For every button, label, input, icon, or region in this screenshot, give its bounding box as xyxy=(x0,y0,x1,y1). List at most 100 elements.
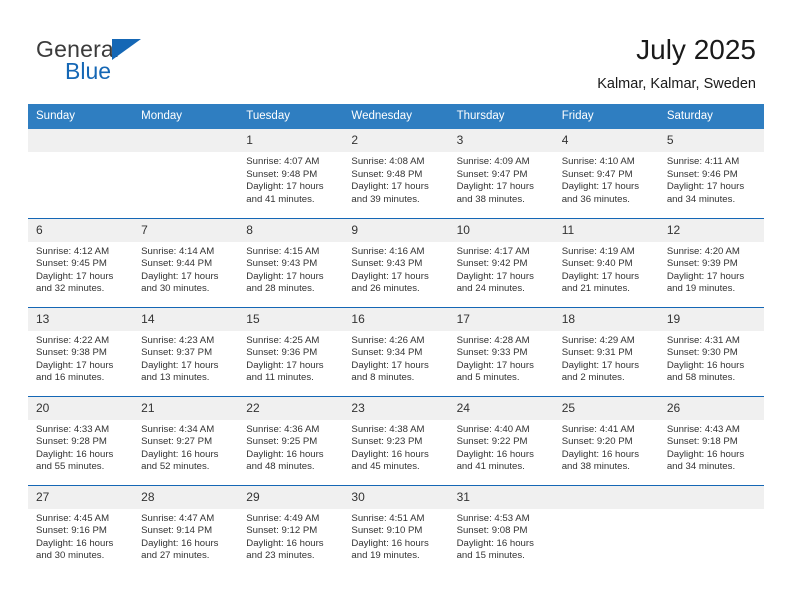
day-number: 5 xyxy=(658,129,764,152)
day-number: 29 xyxy=(238,485,344,509)
calendar-day-cell[interactable]: 14 Sunrise: 4:23 AM Sunset: 9:37 PM Dayligh… xyxy=(133,306,239,396)
calendar-day-cell[interactable]: 31 Sunrise: 4:53 AM Sunset: 9:08 PM Dayligh… xyxy=(448,484,554,574)
day-daylight-text: Daylight: 17 hours xyxy=(246,270,324,282)
day-daylight-text: Daylight: 17 hours xyxy=(456,359,534,371)
day-sunrise-text: Sunrise: 4:14 AM xyxy=(141,245,215,257)
day-sun-info: Sunrise: 4:22 AM Sunset: 9:38 PM Daylight:… xyxy=(28,331,133,385)
logo-text-blue: Blue xyxy=(65,58,112,84)
calendar-day-cell[interactable]: 28 Sunrise: 4:47 AM Sunset: 9:14 PM Dayligh… xyxy=(133,484,239,574)
day-daylight-text: Daylight: 16 hours xyxy=(351,448,429,460)
day-sunset-text: Sunset: 9:42 PM xyxy=(456,258,528,270)
calendar-day-cell[interactable]: 18 Sunrise: 4:29 AM Sunset: 9:31 PM Dayligh… xyxy=(553,306,659,396)
day-sunrise-text: Sunrise: 4:15 AM xyxy=(246,245,320,257)
calendar-week-row: 27 Sunrise: 4:45 AM Sunset: 9:16 PM Dayligh… xyxy=(28,484,764,574)
day-daylight-text: Daylight: 17 hours xyxy=(351,359,429,371)
calendar-day-cell[interactable]: 8 Sunrise: 4:15 AM Sunset: 9:43 PM Daylight… xyxy=(238,217,344,307)
calendar-page: General Blue July 2025 Kalmar, Kalmar, S… xyxy=(0,0,792,612)
day-daylight-text: Daylight: 16 hours xyxy=(456,537,534,549)
calendar-day-cell[interactable]: 19 Sunrise: 4:31 AM Sunset: 9:30 PM Dayligh… xyxy=(658,306,764,396)
calendar-day-cell[interactable]: 5 Sunrise: 4:11 AM Sunset: 9:46 PM Daylight… xyxy=(658,129,764,218)
day-sunrise-text: Sunrise: 4:49 AM xyxy=(246,512,320,524)
day-sunrise-text: Sunrise: 4:12 AM xyxy=(36,245,110,257)
day-sunrise-text: Sunrise: 4:38 AM xyxy=(351,423,425,435)
day-daylight-text: and 41 minutes. xyxy=(246,193,315,205)
day-number: 3 xyxy=(448,129,554,152)
calendar-day-cell[interactable]: 6 Sunrise: 4:12 AM Sunset: 9:45 PM Daylight… xyxy=(28,217,134,307)
calendar-day-cell[interactable]: 30 Sunrise: 4:51 AM Sunset: 9:10 PM Dayligh… xyxy=(343,484,449,574)
weekday-header-sunday: Sunday xyxy=(28,104,134,129)
day-daylight-text: and 21 minutes. xyxy=(561,283,630,295)
day-sunset-text: Sunset: 9:23 PM xyxy=(351,436,423,448)
day-sunrise-text: Sunrise: 4:25 AM xyxy=(246,334,320,346)
day-sunset-text: Sunset: 9:31 PM xyxy=(561,347,633,359)
location-subtitle: Kalmar, Kalmar, Sweden xyxy=(597,76,756,92)
day-daylight-text: and 30 minutes. xyxy=(36,550,105,562)
day-sun-info: Sunrise: 4:31 AM Sunset: 9:30 PM Daylight:… xyxy=(659,331,764,385)
day-sun-info: Sunrise: 4:38 AM Sunset: 9:23 PM Daylight:… xyxy=(343,420,448,474)
day-number: 12 xyxy=(658,218,764,242)
day-daylight-text: Daylight: 17 hours xyxy=(141,270,219,282)
calendar-day-cell[interactable]: 22 Sunrise: 4:36 AM Sunset: 9:25 PM Dayligh… xyxy=(238,395,344,485)
day-number: 17 xyxy=(448,307,554,331)
day-sunset-text: Sunset: 9:44 PM xyxy=(141,258,213,270)
day-daylight-text: and 30 minutes. xyxy=(141,283,210,295)
calendar-day-cell[interactable]: 15 Sunrise: 4:25 AM Sunset: 9:36 PM Dayligh… xyxy=(238,306,344,396)
day-sunset-text: Sunset: 9:28 PM xyxy=(36,436,107,448)
calendar-cell-empty xyxy=(133,129,239,218)
calendar-day-cell[interactable]: 17 Sunrise: 4:28 AM Sunset: 9:33 PM Dayligh… xyxy=(448,306,554,396)
calendar-day-cell[interactable]: 26 Sunrise: 4:43 AM Sunset: 9:18 PM Dayligh… xyxy=(658,395,764,485)
calendar-day-cell[interactable]: 2 Sunrise: 4:08 AM Sunset: 9:48 PM Daylight… xyxy=(343,129,449,218)
day-sun-info: Sunrise: 4:26 AM Sunset: 9:34 PM Daylight:… xyxy=(343,331,448,385)
calendar-day-cell[interactable]: 16 Sunrise: 4:26 AM Sunset: 9:34 PM Dayligh… xyxy=(343,306,449,396)
day-daylight-text: and 24 minutes. xyxy=(456,283,525,295)
weekday-header-saturday: Saturday xyxy=(658,104,764,129)
day-sunset-text: Sunset: 9:40 PM xyxy=(561,258,633,270)
day-daylight-text: Daylight: 17 hours xyxy=(456,181,534,193)
day-daylight-text: and 58 minutes. xyxy=(666,372,736,384)
day-number: 23 xyxy=(343,396,449,420)
calendar-day-cell[interactable]: 9 Sunrise: 4:16 AM Sunset: 9:43 PM Daylight… xyxy=(343,217,449,307)
day-sun-info: Sunrise: 4:08 AM Sunset: 9:48 PM Daylight:… xyxy=(343,152,448,206)
day-daylight-text: Daylight: 17 hours xyxy=(246,181,324,193)
calendar-day-cell[interactable]: 13 Sunrise: 4:22 AM Sunset: 9:38 PM Dayligh… xyxy=(28,306,134,396)
day-number: 1 xyxy=(238,129,344,152)
day-sun-info: Sunrise: 4:12 AM Sunset: 9:45 PM Daylight:… xyxy=(28,242,133,296)
day-number: 30 xyxy=(343,485,449,509)
day-sunrise-text: Sunrise: 4:07 AM xyxy=(246,156,320,167)
day-sun-info: Sunrise: 4:45 AM Sunset: 9:16 PM Daylight:… xyxy=(28,509,133,563)
day-number: 28 xyxy=(133,485,239,509)
day-sunrise-text: Sunrise: 4:31 AM xyxy=(666,334,740,346)
day-sunset-text: Sunset: 9:22 PM xyxy=(456,436,528,448)
day-number: 16 xyxy=(343,307,449,331)
calendar-day-cell[interactable]: 12 Sunrise: 4:20 AM Sunset: 9:39 PM Dayligh… xyxy=(658,217,764,307)
calendar-day-cell[interactable]: 7 Sunrise: 4:14 AM Sunset: 9:44 PM Daylight… xyxy=(133,217,239,307)
calendar-day-cell[interactable]: 10 Sunrise: 4:17 AM Sunset: 9:42 PM Dayligh… xyxy=(448,217,554,307)
calendar-day-cell[interactable]: 29 Sunrise: 4:49 AM Sunset: 9:12 PM Dayligh… xyxy=(238,484,344,574)
day-daylight-text: Daylight: 16 hours xyxy=(456,448,534,460)
calendar-cell-empty xyxy=(658,484,764,574)
calendar-day-cell[interactable]: 4 Sunrise: 4:10 AM Sunset: 9:47 PM Daylight… xyxy=(553,129,659,218)
day-sunrise-text: Sunrise: 4:16 AM xyxy=(351,245,425,257)
calendar-day-cell[interactable]: 21 Sunrise: 4:34 AM Sunset: 9:27 PM Dayligh… xyxy=(133,395,239,485)
day-sun-info: Sunrise: 4:11 AM Sunset: 9:46 PM Daylight:… xyxy=(659,152,764,206)
calendar-day-cell[interactable]: 20 Sunrise: 4:33 AM Sunset: 9:28 PM Dayligh… xyxy=(28,395,134,485)
calendar-day-cell[interactable]: 23 Sunrise: 4:38 AM Sunset: 9:23 PM Dayligh… xyxy=(343,395,449,485)
calendar-day-cell[interactable]: 3 Sunrise: 4:09 AM Sunset: 9:47 PM Daylight… xyxy=(448,129,554,218)
day-number: 19 xyxy=(658,307,764,331)
calendar-day-cell[interactable]: 11 Sunrise: 4:19 AM Sunset: 9:40 PM Dayligh… xyxy=(553,217,659,307)
day-sun-info: Sunrise: 4:09 AM Sunset: 9:47 PM Daylight:… xyxy=(449,152,554,206)
calendar-day-cell[interactable]: 25 Sunrise: 4:41 AM Sunset: 9:20 PM Dayligh… xyxy=(553,395,659,485)
day-sun-info: Sunrise: 4:19 AM Sunset: 9:40 PM Daylight:… xyxy=(554,242,659,296)
day-number xyxy=(553,485,659,509)
day-daylight-text: and 19 minutes. xyxy=(666,283,736,295)
calendar-day-cell[interactable]: 1 Sunrise: 4:07 AM Sunset: 9:48 PM Daylight… xyxy=(238,129,344,218)
day-daylight-text: and 45 minutes. xyxy=(351,461,420,473)
day-sun-info: Sunrise: 4:29 AM Sunset: 9:31 PM Daylight:… xyxy=(554,331,659,385)
day-sun-info: Sunrise: 4:14 AM Sunset: 9:44 PM Daylight:… xyxy=(133,242,238,296)
day-sunset-text: Sunset: 9:37 PM xyxy=(141,347,213,359)
day-sunset-text: Sunset: 9:14 PM xyxy=(141,525,213,537)
day-sun-info: Sunrise: 4:51 AM Sunset: 9:10 PM Daylight:… xyxy=(343,509,448,563)
day-daylight-text: and 16 minutes. xyxy=(36,372,105,384)
calendar-day-cell[interactable]: 27 Sunrise: 4:45 AM Sunset: 9:16 PM Dayligh… xyxy=(28,484,134,574)
calendar-day-cell[interactable]: 24 Sunrise: 4:40 AM Sunset: 9:22 PM Dayligh… xyxy=(448,395,554,485)
